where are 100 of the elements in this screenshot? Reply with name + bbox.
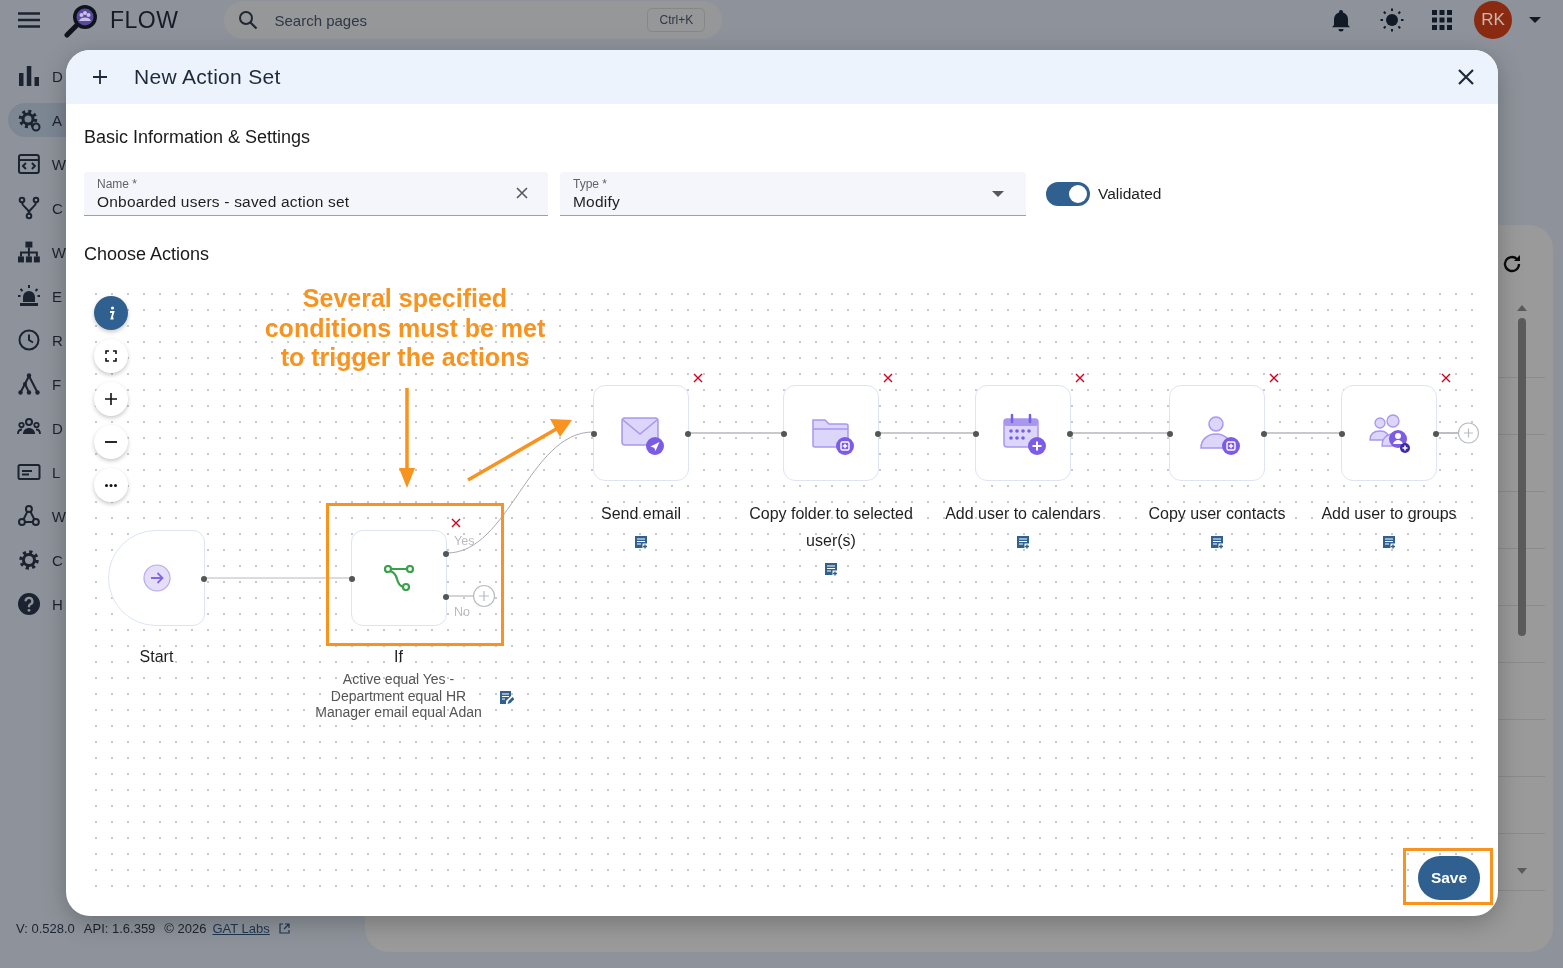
sidebar-item[interactable]: W [8, 147, 66, 181]
connection-handle[interactable] [685, 431, 691, 437]
node-label: Add user to groups [1321, 504, 1457, 524]
caret-down-icon[interactable] [1529, 17, 1541, 23]
alarm-light-icon [17, 284, 41, 308]
delete-icon[interactable] [693, 373, 703, 383]
company-link[interactable]: GAT Labs [212, 921, 270, 936]
connection-handle[interactable] [1339, 431, 1345, 437]
start-node[interactable] [108, 530, 205, 626]
magnifier-logo-icon [64, 2, 100, 38]
delete-icon[interactable] [1075, 373, 1085, 383]
connection-handle[interactable] [875, 431, 881, 437]
node-label: Send email [600, 504, 681, 524]
webhook-icon [17, 504, 41, 528]
arrow-right-circle-icon [142, 564, 171, 592]
bar-chart-icon [17, 64, 41, 88]
clock-icon [17, 328, 41, 352]
sidebar-label: A [52, 111, 62, 129]
scroll-down-icon[interactable] [1517, 868, 1527, 874]
delete-icon[interactable] [1269, 373, 1279, 383]
connection-handle[interactable] [1167, 431, 1173, 437]
sidebar-item[interactable]: D [8, 411, 66, 445]
zoom-in-button[interactable] [94, 382, 128, 416]
sidebar-item[interactable]: C [8, 543, 66, 577]
branch-label: No [454, 605, 470, 619]
note-add-icon[interactable] [634, 535, 648, 549]
connector-line [446, 595, 474, 597]
note-add-icon[interactable] [1382, 535, 1396, 549]
sidebar-item[interactable]: F [8, 367, 66, 401]
help-icon [17, 592, 41, 616]
condition-summary: Active equal Yes - Department equal HR Manager email equal Adan [315, 671, 482, 721]
clear-icon[interactable] [516, 187, 528, 199]
sidebar-item[interactable]: R [8, 323, 66, 357]
close-icon[interactable] [1458, 69, 1474, 85]
toggle-switch[interactable] [1046, 182, 1090, 206]
sidebar-label: R [52, 331, 63, 349]
plus-icon [105, 393, 117, 405]
connection-handle[interactable] [591, 431, 597, 437]
connection-handle[interactable] [1067, 431, 1073, 437]
gear-icon [17, 108, 41, 132]
sidebar-item[interactable]: H [8, 587, 66, 621]
node-label: Copy user contacts [1148, 504, 1286, 524]
plus-icon [93, 70, 107, 84]
connection-handle[interactable] [781, 431, 787, 437]
zoom-out-button[interactable] [94, 425, 128, 459]
node-label: If [394, 647, 403, 667]
more-button[interactable] [94, 468, 128, 502]
sidebar-item[interactable]: L [8, 455, 66, 489]
more-icon [105, 483, 117, 487]
hierarchy-icon [17, 240, 41, 264]
connection-handle[interactable] [348, 576, 355, 582]
connection-handle[interactable] [1433, 431, 1439, 437]
connector-line [1436, 432, 1459, 434]
sidebar-label: C [52, 551, 63, 569]
connection-handle[interactable] [442, 551, 449, 557]
connection-handle[interactable] [442, 594, 449, 600]
sidebar-item[interactable]: D [8, 59, 66, 93]
node-label: Start [139, 647, 174, 667]
connection-handle[interactable] [973, 431, 979, 437]
sidebar-label: D [52, 419, 63, 437]
info-button[interactable] [94, 296, 128, 330]
branch-label: Yes [454, 534, 475, 548]
sidebar-label: W [51, 243, 66, 261]
copyright-text: © 2026 [164, 921, 207, 936]
connection-handle[interactable] [1261, 431, 1267, 437]
node-label: Copy folder to selected user(s) [748, 504, 914, 551]
version-text: V: 0.528.0 [16, 921, 75, 936]
sidebar-item[interactable]: E [8, 279, 66, 313]
connection-handle[interactable] [201, 576, 207, 582]
sidebar-label: W [51, 507, 66, 525]
delete-icon[interactable] [450, 518, 461, 528]
branch-icon [383, 565, 414, 591]
sidebar-label: C [52, 199, 63, 217]
minus-icon [105, 441, 117, 443]
delete-icon[interactable] [1441, 373, 1451, 383]
sidebar-item[interactable]: A [8, 103, 66, 137]
code-window-icon [17, 152, 41, 176]
external-link-icon[interactable] [278, 923, 290, 934]
node-label: Add user to calendars [945, 504, 1101, 524]
sidebar-item[interactable]: W [8, 235, 66, 269]
section-title: Basic Information & Settings [84, 126, 312, 148]
tree-icon [17, 372, 41, 396]
field-label: Type * [573, 177, 608, 191]
sidebar-label: D [52, 67, 63, 85]
fit-view-button[interactable] [94, 339, 128, 373]
apps-grid-icon[interactable] [1430, 8, 1454, 32]
scrollbar-thumb[interactable] [1518, 318, 1526, 636]
delete-icon[interactable] [883, 373, 893, 383]
sidebar-item[interactable]: W [8, 499, 66, 533]
app-name: FLOW [110, 6, 179, 34]
edit-note-icon[interactable] [499, 690, 514, 705]
user-avatar[interactable]: RK [1474, 1, 1512, 39]
sidebar-label: H [52, 595, 63, 613]
sun-icon[interactable] [1380, 8, 1404, 32]
note-add-icon[interactable] [1210, 535, 1224, 549]
menu-icon[interactable] [18, 12, 40, 28]
note-add-icon[interactable] [1016, 535, 1030, 549]
scroll-up-icon[interactable] [1517, 305, 1527, 311]
note-add-icon[interactable] [824, 562, 838, 576]
sidebar-item[interactable]: C [8, 191, 66, 225]
